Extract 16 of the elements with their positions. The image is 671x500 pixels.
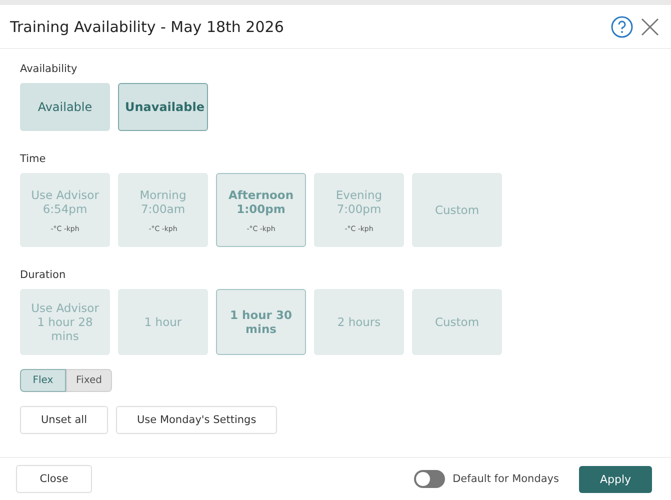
toggle-switch[interactable] — [414, 470, 445, 488]
action-button[interactable]: Use Monday's Settings — [116, 406, 278, 434]
mode-toggle[interactable]: Fixed — [66, 369, 112, 392]
availability-option[interactable]: Unavailable — [118, 83, 208, 131]
apply-button[interactable]: Apply — [579, 466, 652, 492]
availability-option[interactable]: Available — [20, 83, 110, 131]
mode-toggle[interactable]: Flex — [20, 369, 66, 392]
section-label: Duration — [20, 269, 67, 281]
section-label: Time — [20, 153, 47, 165]
close-button[interactable]: Close — [16, 465, 92, 493]
section-label: Availability — [20, 63, 78, 75]
help-icon[interactable] — [611, 16, 633, 38]
dialog-title: Training Availability - May 18th 2026 — [10, 18, 284, 36]
close-icon[interactable] — [641, 18, 659, 36]
toggle-label: Default for Mondays — [452, 473, 559, 485]
action-button[interactable]: Unset all — [20, 406, 108, 434]
